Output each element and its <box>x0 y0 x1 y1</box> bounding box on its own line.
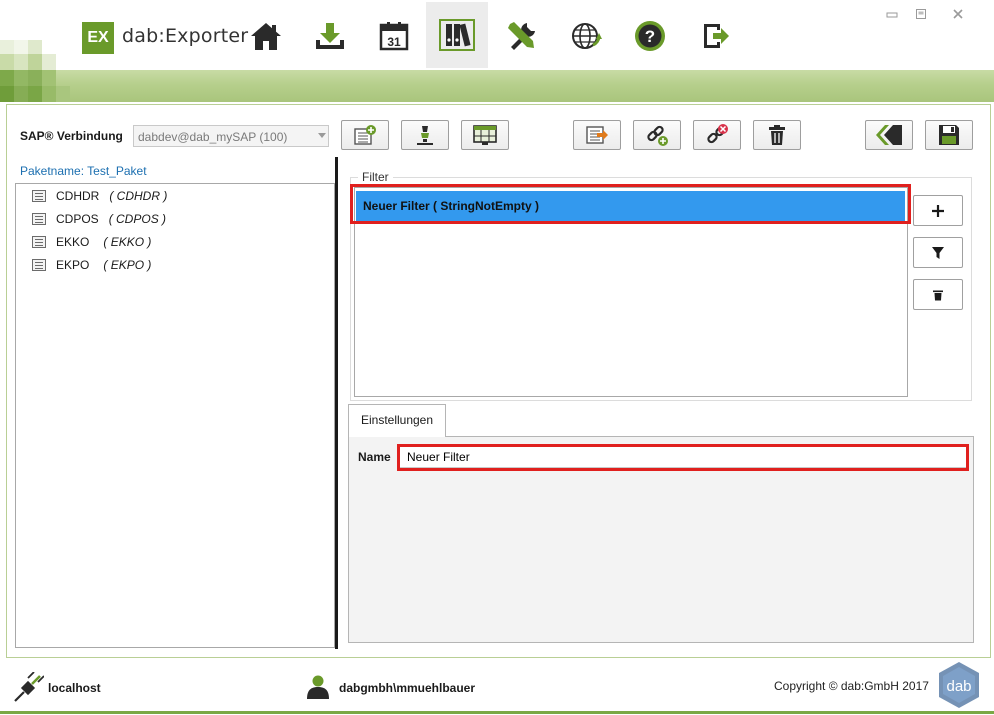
tools-icon <box>508 22 535 50</box>
table-view-button[interactable] <box>461 120 509 150</box>
download-icon <box>316 23 344 49</box>
nav-exit-button[interactable] <box>688 4 744 68</box>
chevron-down-icon <box>318 133 326 138</box>
trash-icon <box>769 125 785 145</box>
package-name-label: Paketname: Test_Paket <box>20 164 147 178</box>
table-description: ( EKKO ) <box>103 235 152 249</box>
brand-logo: dab <box>934 660 984 713</box>
binders-icon <box>439 19 475 51</box>
highlight-frame <box>397 444 969 471</box>
home-icon <box>251 23 281 50</box>
help-icon: ? <box>635 21 665 51</box>
host-label: localhost <box>48 681 101 695</box>
link-remove-button[interactable] <box>693 120 741 150</box>
add-table-icon <box>354 125 376 145</box>
table-view-icon <box>473 125 497 145</box>
logo-mark: EX <box>82 22 114 54</box>
add-table-button[interactable] <box>341 120 389 150</box>
save-icon <box>939 125 959 145</box>
export-button[interactable] <box>573 120 621 150</box>
nav-tools-button[interactable] <box>494 4 550 68</box>
plug-icon <box>12 671 45 707</box>
header-band <box>0 70 994 102</box>
panel-splitter[interactable] <box>335 157 338 649</box>
back-button[interactable] <box>865 120 913 150</box>
minimize-icon <box>886 12 898 18</box>
nav-home-button[interactable] <box>238 4 294 68</box>
funnel-icon <box>932 246 944 259</box>
table-tree: CDHDR ( CDHDR ) CDPOS ( CDPOS ) EKKO ( E… <box>15 183 335 648</box>
plus-icon <box>932 204 944 217</box>
table-description: ( CDPOS ) <box>108 212 167 226</box>
back-icon <box>876 125 902 145</box>
table-name: CDPOS <box>56 212 99 226</box>
tree-item[interactable]: EKPO ( EKPO ) <box>32 256 151 274</box>
bottom-accent-line <box>0 711 994 714</box>
table-icon <box>32 213 46 225</box>
table-name: EKKO <box>56 235 90 249</box>
sap-connection-label: SAP® Verbindung <box>20 129 123 143</box>
user-label: dabgmbh\mmuehlbauer <box>339 681 476 695</box>
calendar-day: 31 <box>387 35 401 49</box>
close-button[interactable] <box>952 8 964 20</box>
tab-einstellungen[interactable]: Einstellungen <box>348 404 446 437</box>
save-button[interactable] <box>925 120 973 150</box>
minimize-button[interactable] <box>886 8 898 20</box>
export-icon <box>586 126 608 144</box>
nav-calendar-button[interactable]: 31 <box>366 4 422 68</box>
table-name: EKPO <box>56 258 90 272</box>
globe-icon <box>572 23 602 49</box>
add-filter-button[interactable] <box>913 195 963 226</box>
table-description: ( CDHDR ) <box>109 189 168 203</box>
user-icon <box>306 674 330 703</box>
app-logo: EX dab:Exporter <box>82 22 248 54</box>
tree-item[interactable]: CDHDR ( CDHDR ) <box>32 187 167 205</box>
delete-button[interactable] <box>753 120 801 150</box>
lamp-button[interactable] <box>401 120 449 150</box>
name-label: Name <box>358 450 391 464</box>
nav-library-button[interactable] <box>426 2 488 68</box>
nav-help-button[interactable]: ? <box>622 4 678 68</box>
filter-button[interactable] <box>913 237 963 268</box>
link-add-icon <box>647 125 668 146</box>
exit-icon <box>704 24 729 48</box>
sap-connection-select[interactable]: dabdev@dab_mySAP (100) <box>133 125 329 147</box>
restore-icon <box>916 9 926 19</box>
filter-group-label: Filter <box>358 170 393 184</box>
svg-text:?: ? <box>645 27 655 46</box>
highlight-frame <box>350 184 911 224</box>
table-name: CDHDR <box>56 189 100 203</box>
brand-badge-text: dab <box>946 678 971 695</box>
calendar-icon: 31 <box>379 22 409 51</box>
link-remove-icon <box>707 124 728 144</box>
table-icon <box>32 259 46 271</box>
link-add-button[interactable] <box>633 120 681 150</box>
nav-download-button[interactable] <box>302 4 358 68</box>
tree-item[interactable]: EKKO ( EKKO ) <box>32 233 151 251</box>
nav-network-button[interactable] <box>558 4 614 68</box>
lamp-icon <box>417 126 433 145</box>
copyright-text: Copyright © dab:GmbH 2017 <box>774 679 929 693</box>
trash-icon <box>933 290 943 300</box>
table-icon <box>32 190 46 202</box>
table-icon <box>32 236 46 248</box>
close-icon <box>953 9 963 19</box>
tree-item[interactable]: CDPOS ( CDPOS ) <box>32 210 166 228</box>
restore-button[interactable] <box>915 8 927 20</box>
logo-text: dab:Exporter <box>122 25 249 47</box>
delete-filter-button[interactable] <box>913 279 963 310</box>
table-description: ( EKPO ) <box>103 258 152 272</box>
